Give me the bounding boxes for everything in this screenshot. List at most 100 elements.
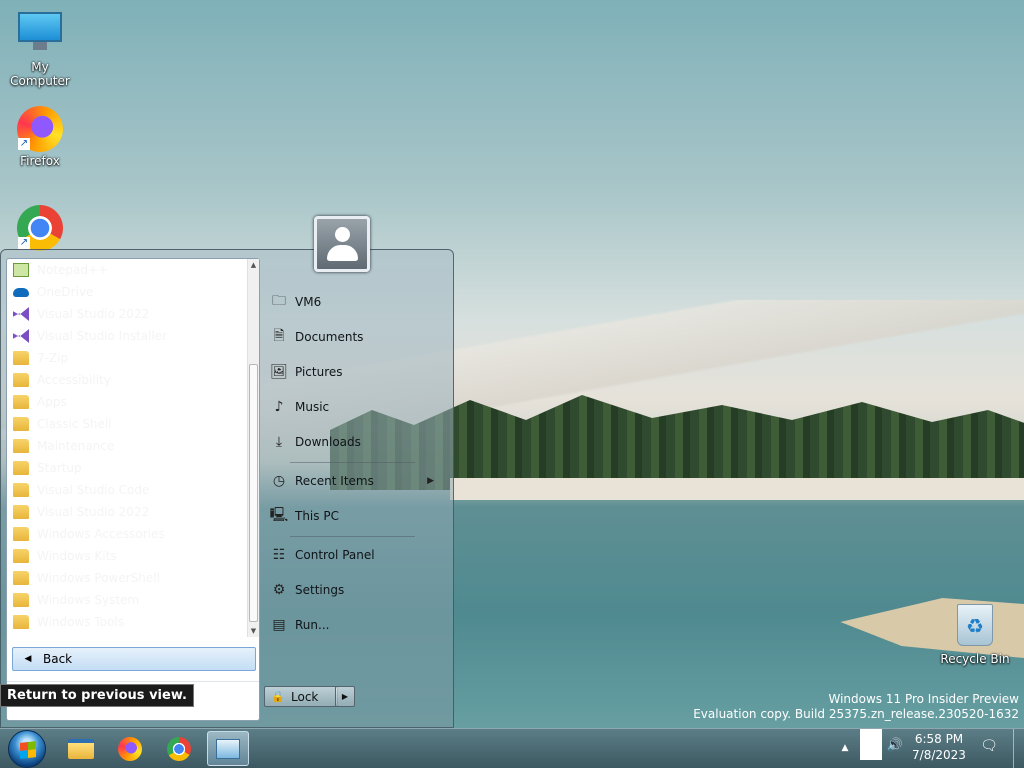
program-label: Apps <box>37 395 67 409</box>
program-folder-startup[interactable]: Startup <box>7 457 247 479</box>
program-folder-maintenance[interactable]: Maintenance <box>7 435 247 457</box>
clock-time: 6:58 PM <box>914 732 964 746</box>
power-options-button[interactable]: ▶ <box>335 686 355 707</box>
start-item-downloads[interactable]: ⤓ Downloads <box>264 426 444 458</box>
program-folder-7zip[interactable]: 7-Zip <box>7 347 247 369</box>
desktop-icon-firefox[interactable]: ↗ Firefox <box>0 106 80 168</box>
start-item-run[interactable]: ▤ Run... <box>264 609 444 641</box>
notifications-icon[interactable]: 🗨 <box>978 738 1000 758</box>
scrollbar-thumb[interactable] <box>249 364 258 622</box>
start-item-label: Control Panel <box>295 548 375 562</box>
program-folder-windows-accessories[interactable]: Windows Accessories <box>7 523 247 545</box>
start-item-user-folder[interactable]: 🗀 VM6 <box>264 286 444 318</box>
start-item-settings[interactable]: ⚙ Settings <box>264 574 444 606</box>
taskbar-clock[interactable]: 6:58 PM 7/8/2023 <box>908 731 970 763</box>
start-button[interactable] <box>8 730 46 768</box>
program-item-visual-studio-installer[interactable]: Visual Studio Installer <box>7 325 247 347</box>
program-folder-windows-system[interactable]: Windows System <box>7 589 247 611</box>
firefox-icon <box>118 736 142 761</box>
scroll-down-icon[interactable]: ▼ <box>248 625 259 637</box>
shortcut-arrow-icon: ↗ <box>18 237 30 249</box>
show-desktop-button[interactable] <box>1013 729 1024 768</box>
watermark-line1: Windows 11 Pro Insider Preview <box>828 692 1019 706</box>
chrome-icon: ↗ <box>16 205 64 251</box>
documents-icon: 🗎 <box>273 328 285 344</box>
taskbar-control-panel[interactable] <box>207 731 249 766</box>
windows-watermark: Windows 11 Pro Insider Preview Evaluatio… <box>693 692 1019 722</box>
program-item-notepad-plus-plus[interactable]: Notepad++ <box>7 259 247 281</box>
onedrive-icon <box>13 287 29 297</box>
start-item-music[interactable]: ♪ Music <box>264 391 444 423</box>
wallpaper-beach <box>450 478 1024 500</box>
file-explorer-icon <box>68 738 94 759</box>
monitor-icon <box>16 12 64 56</box>
back-button[interactable]: ◀ Back <box>12 647 256 671</box>
folder-icon <box>13 395 29 409</box>
firefox-icon: ↗ <box>16 106 64 152</box>
folder-icon <box>13 483 29 497</box>
taskbar-chrome[interactable] <box>158 731 200 766</box>
control-panel-icon <box>216 738 240 759</box>
programs-scrollbar[interactable]: ▲ ▼ <box>247 259 259 637</box>
program-folder-windows-powershell[interactable]: Windows PowerShell <box>7 567 247 589</box>
folder-icon <box>13 461 29 475</box>
show-hidden-icons-button[interactable]: ▲ <box>838 738 852 758</box>
program-item-onedrive[interactable]: OneDrive <box>7 281 247 303</box>
program-label: Accessibility <box>37 373 111 387</box>
program-folder-windows-tools[interactable]: Windows Tools <box>7 611 247 633</box>
start-item-pictures[interactable]: 🖼 Pictures <box>264 356 444 388</box>
program-label: Classic Shell <box>37 417 112 431</box>
menu-separator <box>290 536 415 537</box>
folder-icon <box>13 505 29 519</box>
volume-icon[interactable]: 🔊 <box>884 738 906 758</box>
folder-icon <box>13 593 29 607</box>
program-item-visual-studio-2022[interactable]: Visual Studio 2022 <box>7 303 247 325</box>
program-folder-windows-kits[interactable]: Windows Kits <box>7 545 247 567</box>
program-folder-classic-shell[interactable]: Classic Shell <box>7 413 247 435</box>
program-label: Windows System <box>37 593 140 607</box>
start-item-label: This PC <box>295 509 339 523</box>
program-label: Visual Studio Installer <box>37 329 168 343</box>
scroll-up-icon[interactable]: ▲ <box>248 259 259 271</box>
program-folder-visual-studio-code[interactable]: Visual Studio Code <box>7 479 247 501</box>
tray-app-icon[interactable] <box>860 729 882 760</box>
taskbar-file-explorer[interactable] <box>60 731 102 766</box>
start-item-label: Pictures <box>295 365 343 379</box>
program-label: Windows Tools <box>37 615 124 629</box>
start-item-control-panel[interactable]: ☷ Control Panel <box>264 539 444 571</box>
watermark-line2: Evaluation copy. Build 25375.zn_release.… <box>693 707 1019 721</box>
program-label: Visual Studio 2022 <box>37 505 150 519</box>
settings-icon: ⚙ <box>272 582 286 598</box>
tooltip: Return to previous view. <box>0 684 194 707</box>
shortcut-arrow-icon: ↗ <box>18 138 30 150</box>
start-item-this-pc[interactable]: 🖳 This PC <box>264 500 444 532</box>
back-arrow-icon: ◀ <box>24 654 32 664</box>
desktop-icon-chrome[interactable]: ↗ <box>0 205 80 253</box>
start-item-recent-items[interactable]: ◷ Recent Items ▶ <box>264 465 444 497</box>
program-label: Visual Studio Code <box>37 483 150 497</box>
program-label: 7-Zip <box>37 351 69 365</box>
start-item-documents[interactable]: 🗎 Documents <box>264 321 444 353</box>
start-item-label: Settings <box>295 583 345 597</box>
visual-studio-installer-icon <box>13 329 29 343</box>
downloads-icon: ⤓ <box>275 434 283 450</box>
chevron-up-icon: ▲ <box>841 743 849 753</box>
program-folder-apps[interactable]: Apps <box>7 391 247 413</box>
user-avatar[interactable] <box>314 216 370 272</box>
user-folder-icon: 🗀 <box>272 293 286 309</box>
start-item-label: Documents <box>295 330 364 344</box>
folder-icon <box>13 439 29 453</box>
lock-button[interactable]: 🔒 Lock <box>264 686 338 707</box>
program-folder-accessibility[interactable]: Accessibility <box>7 369 247 391</box>
control-panel-icon: ☷ <box>272 547 286 563</box>
taskbar-firefox[interactable] <box>109 731 151 766</box>
folder-icon <box>13 571 29 585</box>
program-label: OneDrive <box>37 285 94 299</box>
program-label: Windows Kits <box>37 549 117 563</box>
desktop-icon-my-computer[interactable]: My Computer <box>0 12 80 88</box>
program-folder-visual-studio-2022[interactable]: Visual Studio 2022 <box>7 501 247 523</box>
program-label: Windows Accessories <box>37 527 165 541</box>
program-label: Notepad++ <box>37 263 109 277</box>
desktop-icon-recycle-bin[interactable]: ♻ Recycle Bin <box>935 604 1015 666</box>
start-item-label: Run... <box>295 618 330 632</box>
